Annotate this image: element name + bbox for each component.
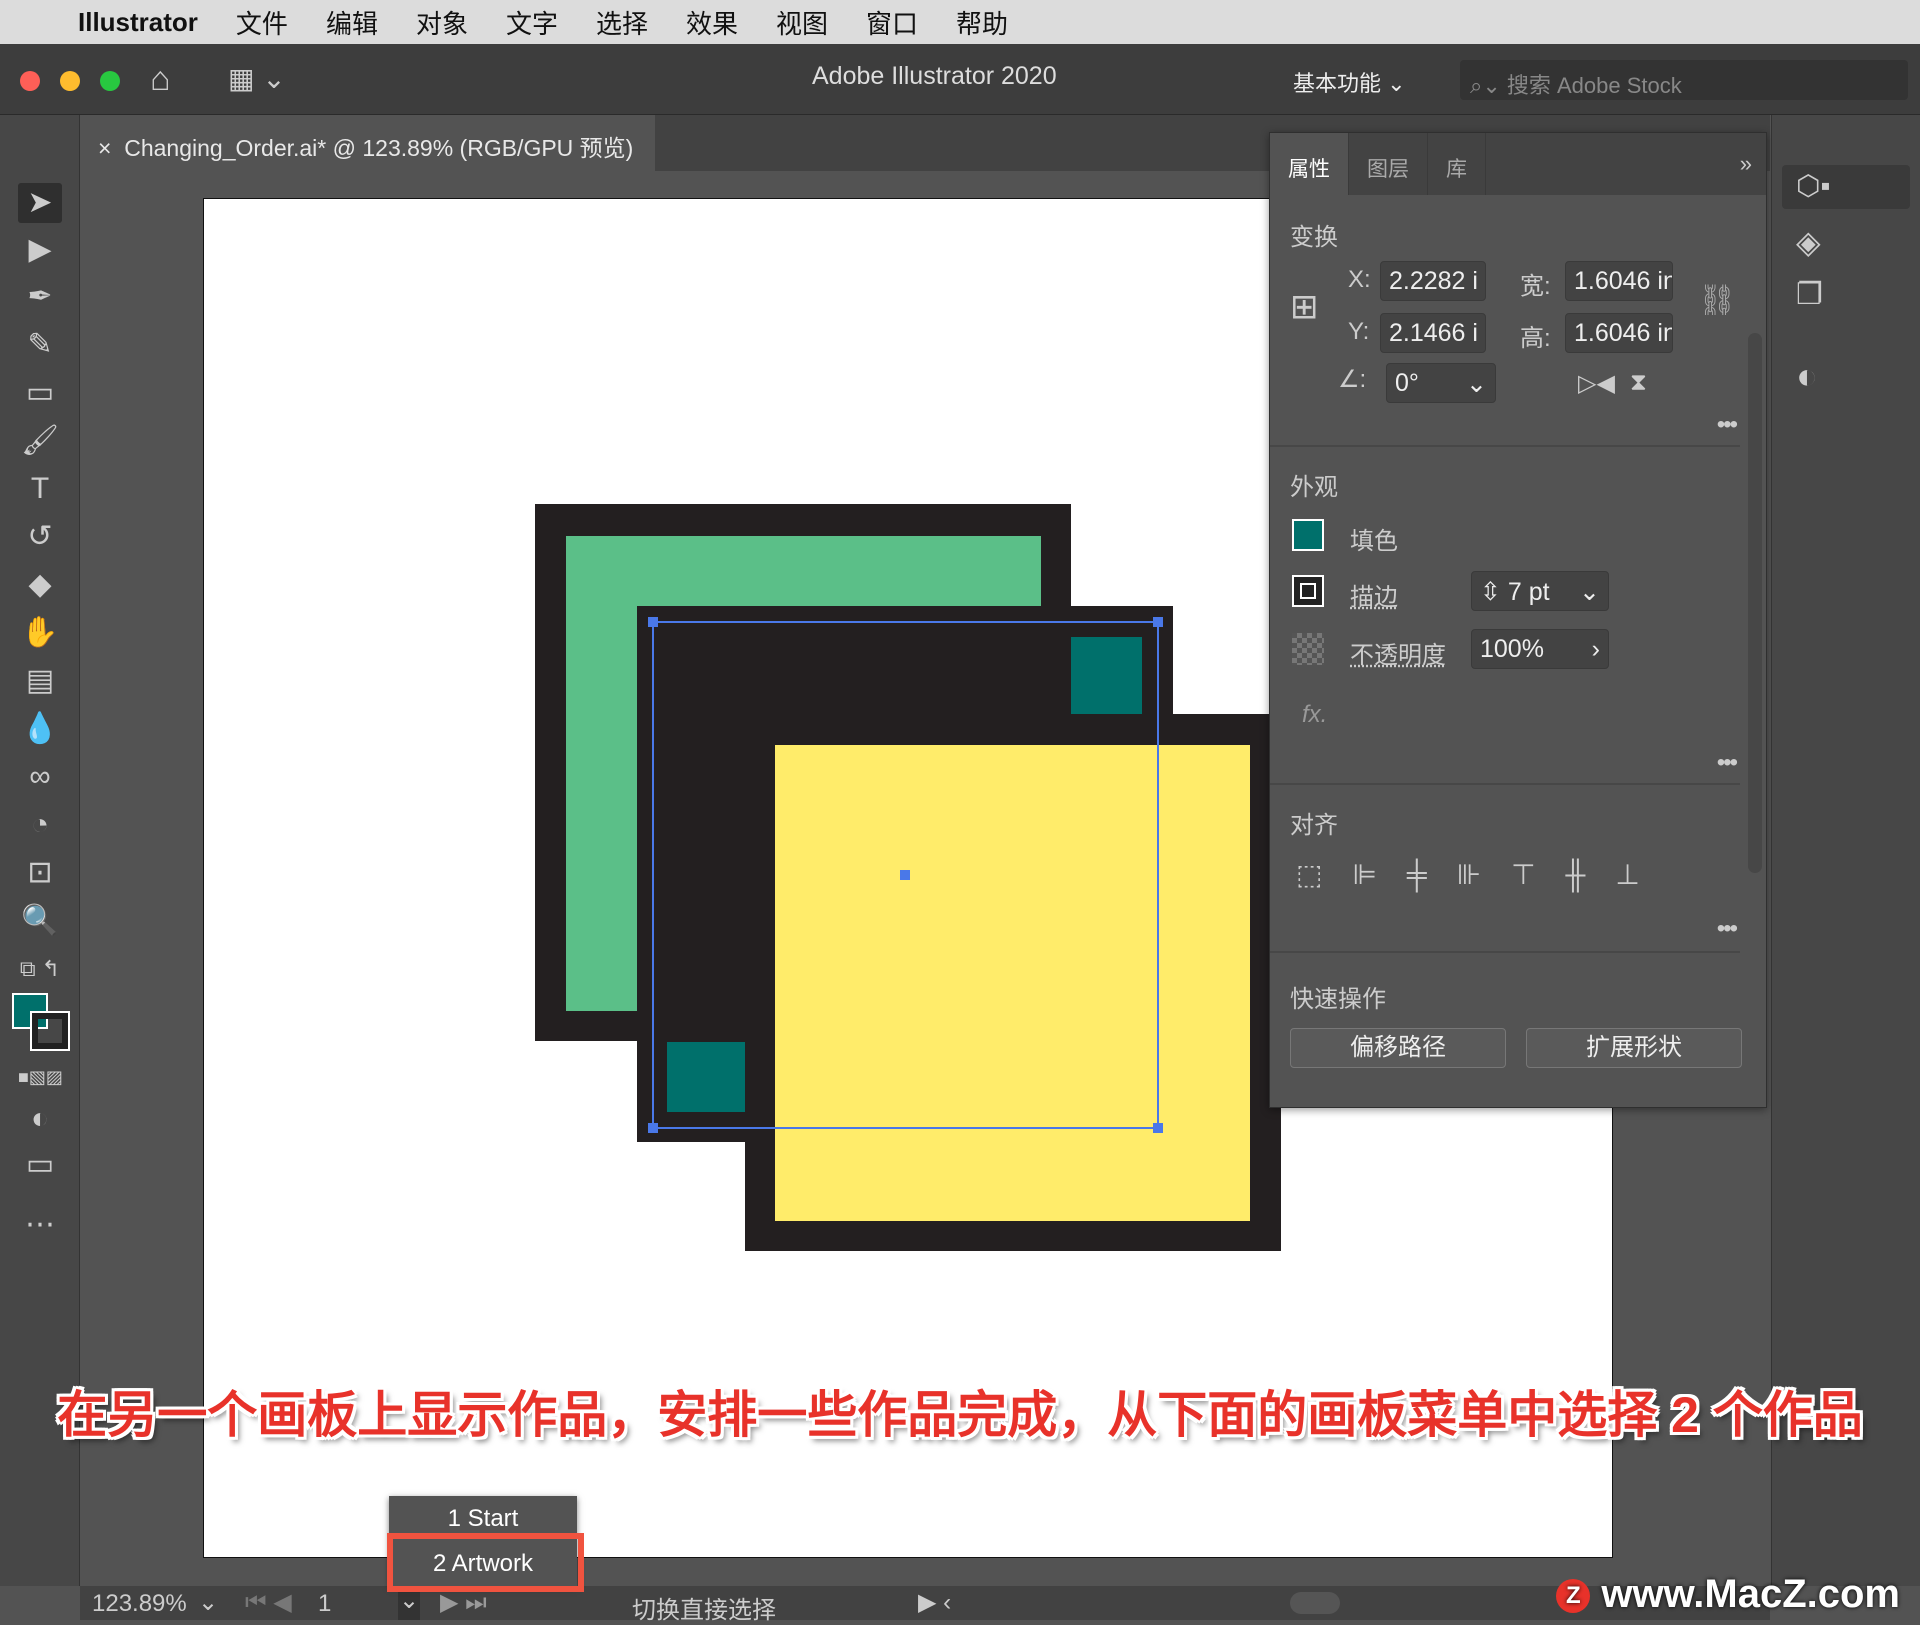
first-artboard-icon[interactable]: ⏮ ◀ <box>245 1588 292 1617</box>
align-hcenter-icon[interactable]: ╪ <box>1407 859 1457 890</box>
height-field[interactable]: 1.6046 in <box>1565 313 1673 353</box>
panel-tabs: 属性 图层 库 <box>1270 133 1766 195</box>
width-field[interactable]: 1.6046 in <box>1565 261 1673 301</box>
flip-vertical-icon[interactable]: ⧗ <box>1630 369 1647 397</box>
collapse-panel-icon[interactable]: » <box>1740 151 1752 177</box>
watermark-text: www.MacZ.com <box>1601 1572 1900 1616</box>
stroke-label[interactable]: 描边 <box>1350 577 1398 612</box>
selection-center-point <box>900 870 910 880</box>
watermark: Z www.MacZ.com <box>1556 1572 1900 1617</box>
opacity-field[interactable]: 100% › <box>1471 629 1609 669</box>
libraries-dock-icon[interactable]: ❐ <box>1796 277 1823 312</box>
align-bottom-icon[interactable]: ⊥ <box>1615 859 1669 890</box>
chevron-down-icon[interactable]: ⌄ <box>1466 369 1487 399</box>
y-label: Y: <box>1348 318 1370 345</box>
layers-dock-icon[interactable]: ◈ <box>1796 223 1821 261</box>
stroke-weight-value: 7 pt <box>1507 578 1550 606</box>
chevron-right-icon[interactable]: › <box>1592 635 1600 664</box>
horizontal-scrollbar[interactable] <box>1290 1592 1340 1614</box>
align-buttons: ⬚⊫╪⊪⊤╫⊥ <box>1296 858 1670 891</box>
yellow-square[interactable] <box>775 745 1250 1221</box>
selection-handle[interactable] <box>648 1123 658 1133</box>
properties-panel: 属性 图层 库 » 变换 ⊞ X: 2.2282 i Y: 2.1466 i 宽… <box>1269 132 1767 1108</box>
x-label: X: <box>1348 266 1371 293</box>
selection-handle[interactable] <box>1153 1123 1163 1133</box>
angle-label: ∠: <box>1338 366 1367 393</box>
stroke-weight-field[interactable]: ⇳ 7 pt ⌄ <box>1471 571 1609 611</box>
opacity-label[interactable]: 不透明度 <box>1350 635 1446 670</box>
tab-layers[interactable]: 图层 <box>1349 133 1428 195</box>
properties-dock-icon[interactable]: ⬡▪ <box>1782 165 1910 209</box>
teal-square-corner[interactable] <box>667 1042 745 1112</box>
flip-horizontal-icon[interactable]: ▷◀ <box>1578 369 1615 398</box>
angle-field[interactable]: 0° ⌄ <box>1386 363 1496 403</box>
align-right-icon[interactable]: ⊪ <box>1457 859 1511 890</box>
right-dock: ⬡▪ ◈ ❐ ◐ <box>1771 115 1920 1586</box>
transform-title: 变换 <box>1290 224 1338 251</box>
more-options-icon[interactable]: ••• <box>1717 411 1738 439</box>
tutorial-caption: 在另一个画板上显示作品，安排一些作品完成，从下面的画板菜单中选择 2 个作品 <box>57 1387 1863 1443</box>
align-top-icon[interactable]: ⊤ <box>1511 859 1565 890</box>
stroke-color-swatch[interactable] <box>1292 575 1324 607</box>
chevron-down-icon[interactable]: ⌄ <box>1579 577 1600 607</box>
teal-square-corner[interactable] <box>1071 637 1142 714</box>
selection-handle[interactable] <box>1153 617 1163 627</box>
angle-value: 0° <box>1395 369 1419 397</box>
recolor-dock-icon[interactable]: ◐ <box>1796 355 1818 397</box>
fill-color-swatch[interactable] <box>1292 519 1324 551</box>
status-bar: 123.89% ⌄ ⏮ ◀ 1 ⌄ ▶ ⏭ 切换直接选择 ▶ ‹ <box>80 1586 1770 1624</box>
constrain-proportions-icon[interactable]: ⛓ <box>1698 283 1736 318</box>
watermark-logo-icon: Z <box>1556 1579 1591 1614</box>
expand-shape-button[interactable]: 扩展形状 <box>1526 1028 1742 1068</box>
artboard-number-field[interactable]: 1 <box>318 1590 331 1618</box>
quick-actions-title: 快速操作 <box>1290 986 1386 1013</box>
selection-handle[interactable] <box>648 617 658 627</box>
offset-path-button[interactable]: 偏移路径 <box>1290 1028 1506 1068</box>
panel-scrollbar[interactable] <box>1748 333 1762 873</box>
align-to-icon[interactable]: ⬚ <box>1296 859 1352 890</box>
align-title: 对齐 <box>1290 812 1338 839</box>
align-left-icon[interactable]: ⊫ <box>1352 859 1406 890</box>
more-options-icon[interactable]: ••• <box>1717 749 1738 777</box>
divider <box>1270 445 1740 447</box>
stepper-icon[interactable]: ⇳ <box>1480 578 1508 606</box>
width-label: 宽: <box>1520 273 1551 300</box>
more-options-icon[interactable]: ••• <box>1717 915 1738 943</box>
tab-libraries[interactable]: 库 <box>1428 133 1486 195</box>
next-artboard-icon[interactable]: ▶ ⏭ <box>440 1588 487 1617</box>
zoom-dropdown-icon[interactable]: ⌄ <box>198 1588 218 1617</box>
align-vcenter-icon[interactable]: ╫ <box>1565 859 1615 890</box>
height-label: 高: <box>1520 325 1551 352</box>
divider <box>1270 783 1740 785</box>
opacity-value: 100% <box>1480 635 1544 663</box>
status-menu-icon[interactable]: ▶ ‹ <box>918 1588 951 1617</box>
tab-properties[interactable]: 属性 <box>1270 133 1349 195</box>
x-field[interactable]: 2.2282 i <box>1380 261 1486 301</box>
y-field[interactable]: 2.1466 i <box>1380 313 1486 353</box>
divider <box>1270 951 1740 953</box>
opacity-checker-icon <box>1292 633 1324 665</box>
appearance-title: 外观 <box>1290 474 1338 501</box>
fill-label: 填色 <box>1350 528 1398 555</box>
effects-button[interactable]: fx. <box>1302 701 1327 729</box>
reference-point-icon[interactable]: ⊞ <box>1290 287 1319 327</box>
zoom-field[interactable]: 123.89% <box>92 1590 192 1618</box>
highlight-box <box>387 1533 584 1592</box>
